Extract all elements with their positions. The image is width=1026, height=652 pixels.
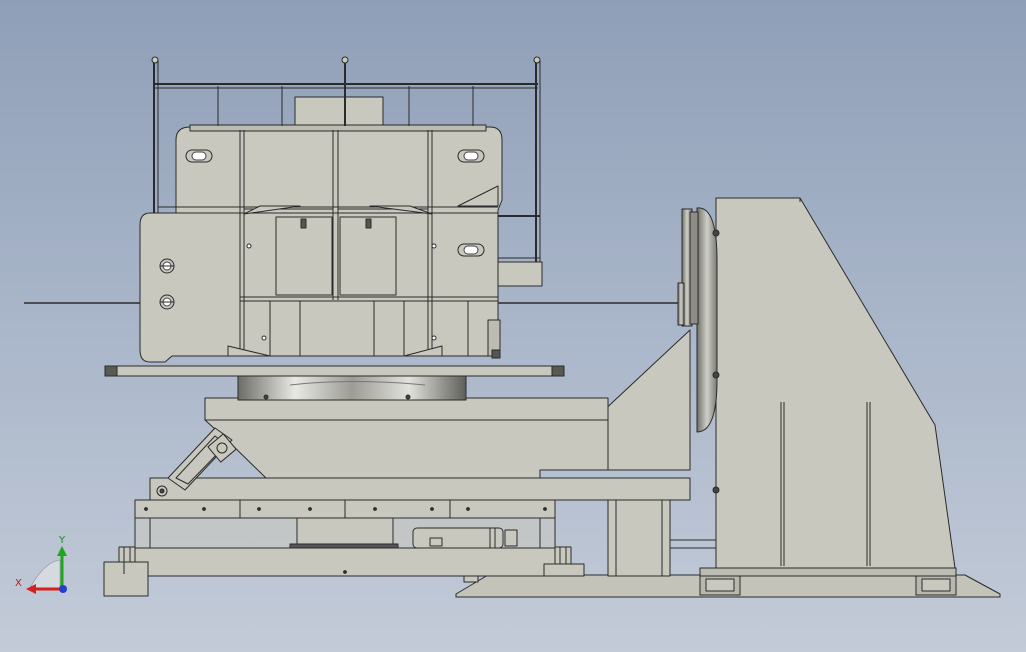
triad-y-arrowhead	[57, 546, 67, 556]
triad-x-label: X	[15, 578, 22, 589]
worktable-plate	[104, 365, 565, 377]
triad-z-axis	[59, 585, 67, 593]
triad-y-label: Y	[58, 535, 66, 546]
cad-viewport[interactable]: X Y	[0, 0, 1026, 652]
fixture-body	[139, 96, 543, 363]
orientation-triad[interactable]: X Y	[15, 535, 67, 594]
slewing-ring	[237, 375, 467, 401]
triad-plane-shape	[29, 559, 61, 589]
